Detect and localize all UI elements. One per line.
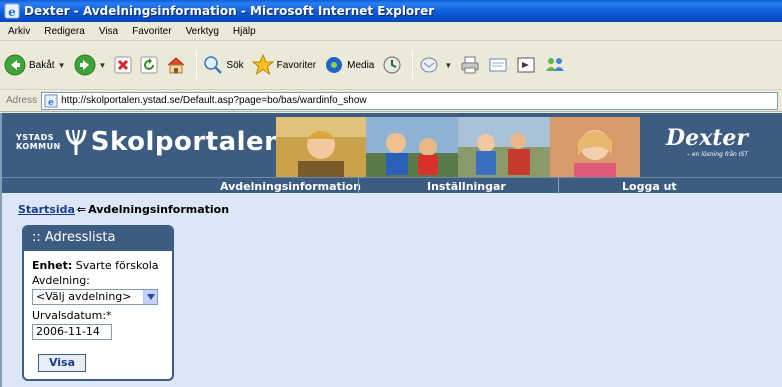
kommun-line-2: KOMMUN [16, 142, 61, 151]
menu-arkiv[interactable]: Arkiv [6, 25, 32, 38]
breadcrumb-arrow-icon: ⇐ [76, 203, 87, 216]
unit-row: Enhet: Svarte förskola [32, 259, 164, 272]
header-photo-strip [276, 117, 640, 181]
forward-arrow-icon [74, 54, 95, 76]
browser-toolbar: Bakåt ▼ ▼ Sök Favoriter Media ▼ [0, 41, 782, 90]
avdelning-selected-value: <Välj avdelning> [36, 290, 132, 303]
window-title: Dexter - Avdelningsinformation - Microso… [24, 4, 435, 18]
discuss-button[interactable] [516, 55, 536, 75]
photo-girl-portrait [550, 117, 640, 181]
back-label: Bakåt [29, 59, 55, 71]
forward-dropdown-icon[interactable]: ▼ [99, 61, 107, 70]
menu-favoriter[interactable]: Favoriter [130, 25, 173, 38]
unit-value: Svarte förskola [75, 259, 159, 272]
date-label: Urvalsdatum:* [32, 309, 112, 322]
adresslista-panel: :: Adresslista Enhet: Svarte förskola Av… [22, 225, 174, 381]
address-input[interactable]: e http://skolportalen.ystad.se/Default.a… [41, 91, 778, 110]
favorites-button[interactable]: Favoriter [251, 54, 317, 76]
window-title-bar[interactable]: e Dexter - Avdelningsinformation - Micro… [0, 0, 782, 22]
star-icon [251, 54, 274, 76]
breadcrumb-current: Avdelningsinformation [88, 203, 230, 216]
discuss-icon [517, 57, 535, 73]
search-label: Sök [226, 59, 244, 71]
print-button[interactable] [460, 55, 480, 75]
address-label: Adress [6, 95, 38, 106]
home-icon [168, 57, 185, 74]
media-icon [326, 57, 343, 73]
chevron-down-icon[interactable] [143, 290, 157, 304]
home-button[interactable] [166, 55, 186, 75]
kommun-text: YSTADS KOMMUN [16, 133, 61, 151]
page-icon: e [44, 94, 58, 108]
menu-bar: Arkiv Redigera Visa Favoriter Verktyg Hj… [0, 22, 782, 41]
photo-children-outdoors [458, 117, 550, 181]
svg-text:e: e [8, 5, 16, 19]
dexter-tagline: – en lösning från IST [687, 151, 748, 158]
refresh-icon [140, 56, 158, 74]
refresh-button[interactable] [140, 56, 158, 74]
history-icon [383, 56, 401, 74]
search-icon [204, 56, 223, 74]
web-page: YSTADS KOMMUN Skolportalen Dexter – en l… [0, 113, 782, 387]
favorites-label: Favoriter [276, 59, 317, 71]
forward-button[interactable]: ▼ [74, 54, 107, 76]
menu-verktyg[interactable]: Verktyg [184, 25, 221, 38]
dexter-title: Dexter [666, 125, 748, 151]
panel-body: Enhet: Svarte förskola Avdelning: <Välj … [24, 251, 172, 379]
history-button[interactable] [382, 55, 402, 75]
edit-icon [489, 58, 507, 72]
toolbar-separator-2 [412, 51, 414, 79]
dept-label: Avdelning: [32, 274, 90, 287]
urvalsdatum-input[interactable]: 2006-11-14 [32, 324, 112, 340]
back-arrow-icon [4, 54, 26, 76]
photo-children-playing [366, 117, 458, 181]
messenger-icon [546, 58, 565, 71]
panel-title: :: Adresslista [24, 227, 172, 251]
nav-installningar[interactable]: Inställningar [427, 180, 506, 193]
skolportalen-logo[interactable]: YSTADS KOMMUN Skolportalen [16, 127, 283, 157]
mail-icon [420, 57, 438, 73]
media-button[interactable]: Media [324, 55, 374, 75]
nav-avdelningsinformation[interactable]: Avdelningsinformation [220, 180, 361, 193]
ie-icon: e [4, 3, 20, 19]
nav-logga-ut[interactable]: Logga ut [622, 180, 677, 193]
menu-redigera[interactable]: Redigera [42, 25, 87, 38]
address-url: http://skolportalen.ystad.se/Default.asp… [61, 95, 367, 106]
stop-icon [114, 56, 132, 74]
print-icon [461, 56, 479, 74]
mail-button[interactable]: ▼ [419, 55, 452, 75]
trident-logo-icon [65, 129, 87, 155]
address-bar: Adress e http://skolportalen.ystad.se/De… [0, 90, 782, 112]
kommun-line-1: YSTADS [16, 133, 54, 142]
toolbar-separator [196, 51, 198, 79]
dexter-logo[interactable]: Dexter – en lösning från IST [666, 127, 748, 158]
back-dropdown-icon[interactable]: ▼ [58, 61, 66, 70]
messenger-button[interactable] [544, 55, 566, 75]
menu-hjalp[interactable]: Hjälp [231, 25, 258, 38]
main-nav: Avdelningsinformation Inställningar Logg… [2, 177, 782, 194]
breadcrumb-home-link[interactable]: Startsida [18, 203, 75, 216]
menu-visa[interactable]: Visa [97, 25, 120, 38]
avdelning-select[interactable]: <Välj avdelning> [32, 289, 158, 305]
search-button[interactable]: Sök [203, 55, 244, 75]
edit-button[interactable] [488, 55, 508, 75]
breadcrumb: Startsida ⇐ Avdelningsinformation [18, 203, 229, 216]
visa-button[interactable]: Visa [38, 354, 86, 372]
svg-text:e: e [48, 98, 54, 108]
brand-name: Skolportalen [90, 127, 284, 157]
nav-separator-2 [558, 178, 559, 194]
photo-child-reading [276, 117, 366, 181]
stop-button[interactable] [114, 56, 132, 74]
back-button[interactable]: Bakåt ▼ [4, 54, 66, 76]
mail-dropdown-icon[interactable]: ▼ [444, 61, 452, 70]
unit-label: Enhet: [32, 259, 73, 272]
nav-separator [358, 178, 359, 194]
media-label: Media [347, 59, 375, 71]
site-header: YSTADS KOMMUN Skolportalen Dexter – en l… [2, 113, 782, 194]
